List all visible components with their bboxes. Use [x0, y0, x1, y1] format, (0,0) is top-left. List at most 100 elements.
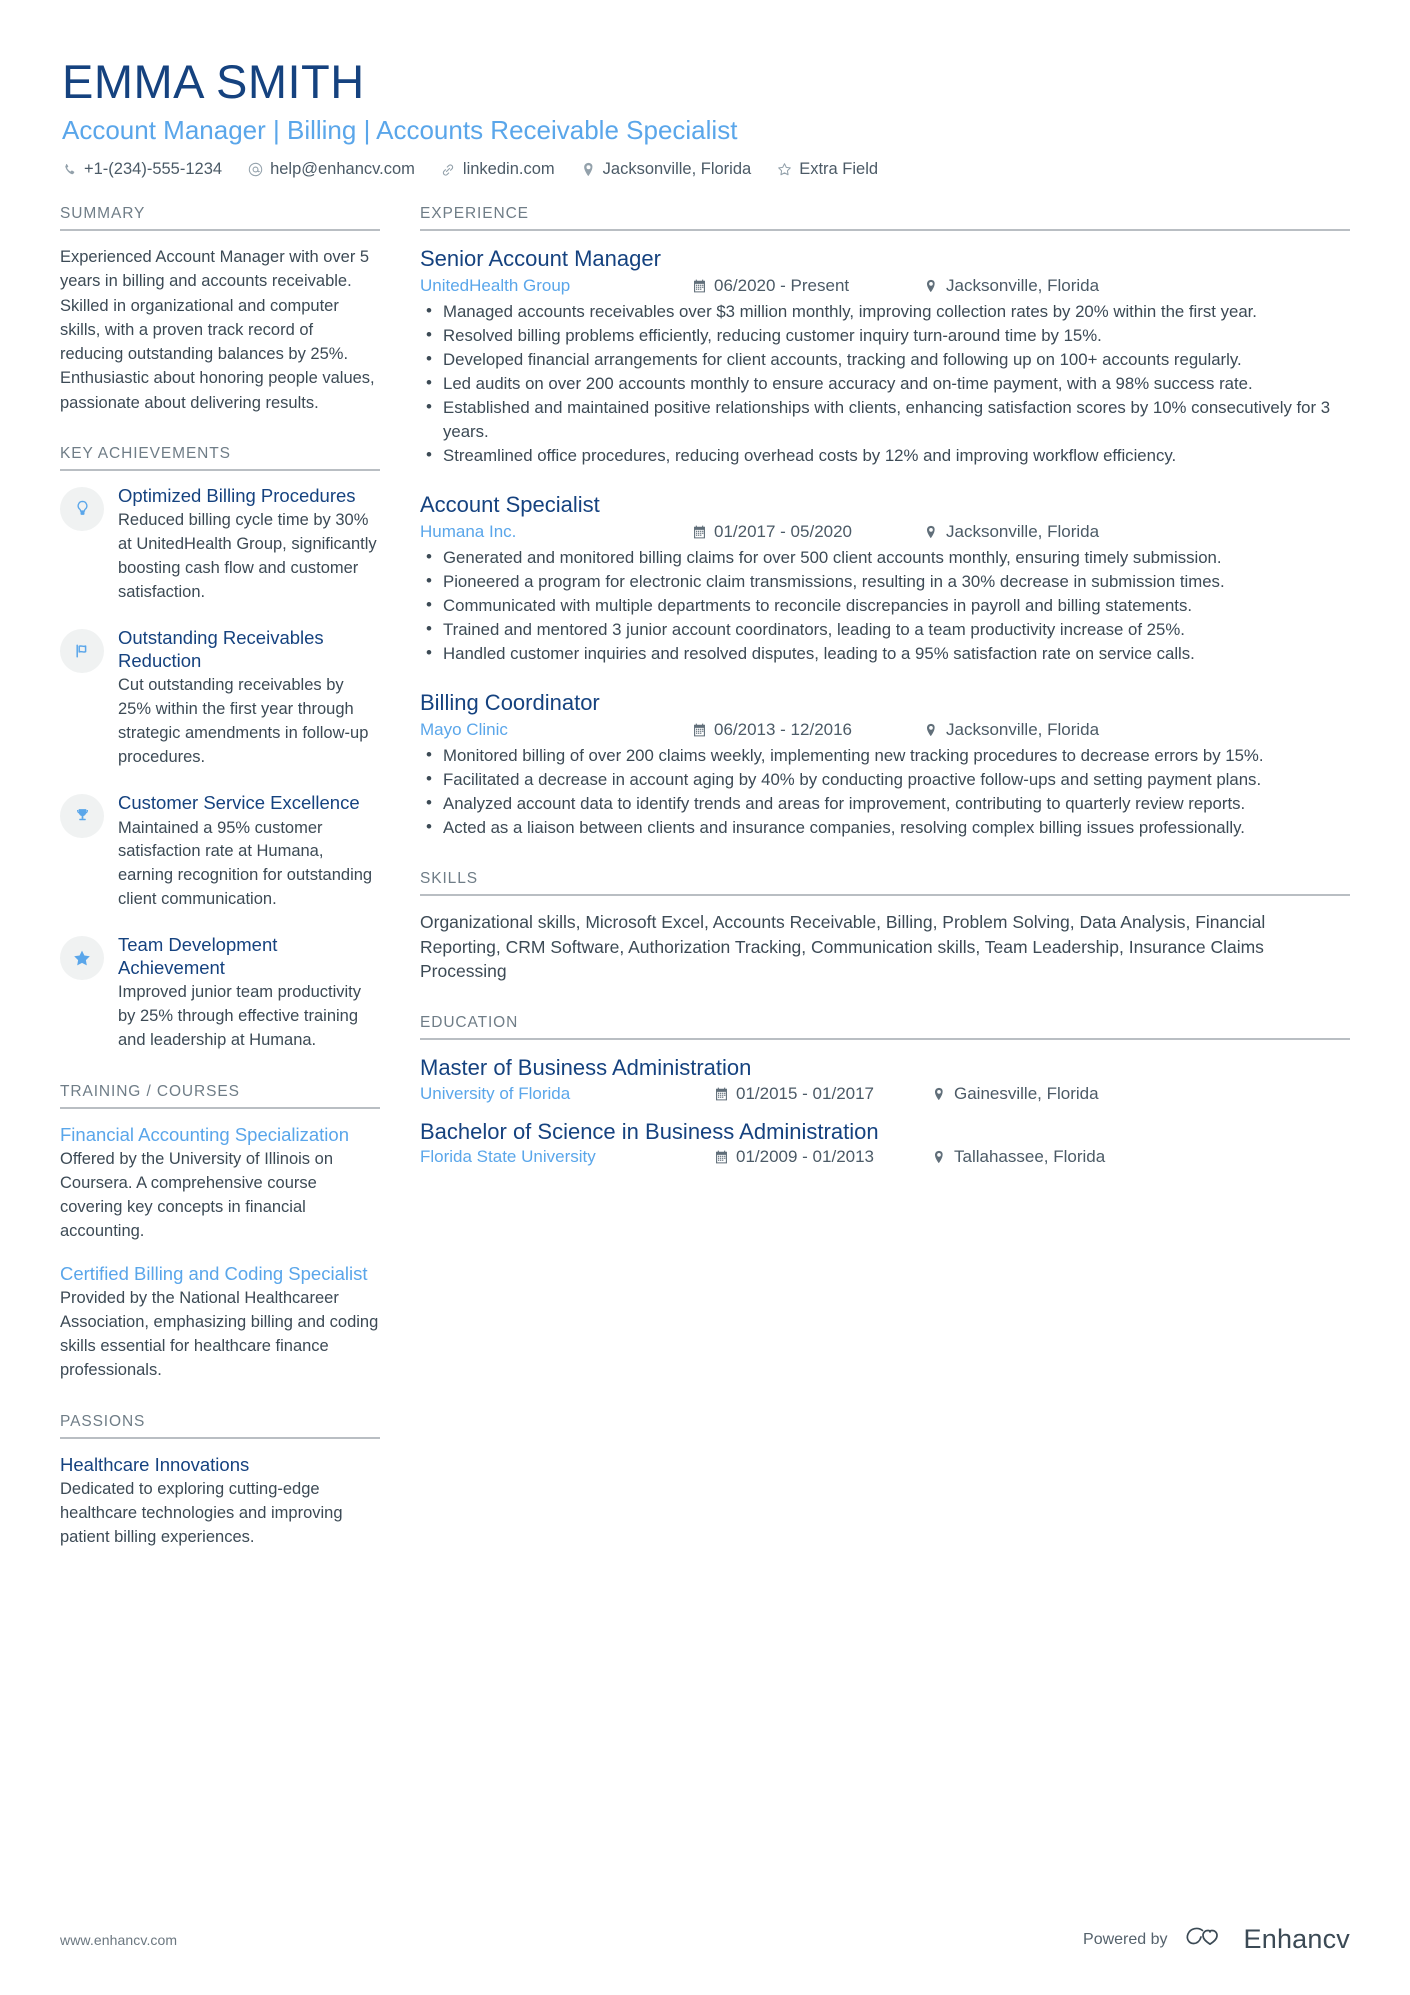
calendar-icon: [692, 278, 706, 293]
section-training-courses: TRAINING / COURSES Financial Accounting …: [60, 1083, 380, 1383]
achievement-item: Optimized Billing Procedures Reduced bil…: [60, 485, 380, 605]
job-bullets: Generated and monitored billing claims f…: [420, 545, 1350, 666]
trophy-icon: [60, 793, 104, 838]
achievement-item: Team Development Achievement Improved ju…: [60, 934, 380, 1053]
section-heading-training-courses: TRAINING / COURSES: [60, 1083, 380, 1110]
calendar-icon: [692, 524, 706, 539]
job-company[interactable]: UnitedHealth Group: [420, 276, 692, 296]
job-location: Jacksonville, Florida: [924, 276, 1099, 296]
education-location-text: Gainesville, Florida: [954, 1083, 1099, 1103]
location-icon: [924, 278, 938, 293]
job-meta: Humana Inc. 01/2017 - 05/2020 Jacksonvil…: [420, 522, 1350, 542]
contact-phone[interactable]: +1-(234)-555-1234: [62, 160, 222, 179]
passion-item: Healthcare Innovations Dedicated to expl…: [60, 1453, 380, 1550]
education-item: Bachelor of Science in Business Administ…: [420, 1118, 1350, 1168]
achievement-title: Optimized Billing Procedures: [118, 484, 356, 506]
sidebar: SUMMARY Experienced Account Manager with…: [60, 205, 380, 1549]
contact-extra[interactable]: Extra Field: [777, 160, 878, 179]
course-title[interactable]: Certified Billing and Coding Specialist: [60, 1262, 380, 1285]
school-name[interactable]: University of Florida: [420, 1084, 714, 1104]
job-date-text: 01/2017 - 05/2020: [714, 521, 853, 541]
calendar-icon: [692, 722, 706, 737]
job-bullet: Developed financial arrangements for cli…: [420, 347, 1350, 371]
course-desc: Provided by the National Healthcareer As…: [60, 1289, 379, 1379]
star-icon: [777, 162, 792, 177]
job-bullets: Monitored billing of over 200 claims wee…: [420, 743, 1350, 840]
job-location: Jacksonville, Florida: [924, 522, 1099, 542]
section-skills: SKILLS Organizational skills, Microsoft …: [420, 870, 1350, 985]
achievement-desc: Improved junior team productivity by 25%…: [118, 983, 362, 1050]
job-date: 06/2013 - 12/2016: [692, 720, 924, 740]
job-title: Billing Coordinator: [420, 690, 600, 716]
section-heading-summary: SUMMARY: [60, 205, 380, 232]
job-bullet: Handled customer inquiries and resolved …: [420, 641, 1350, 665]
summary-text: Experienced Account Manager with over 5 …: [60, 248, 375, 412]
job-date: 01/2017 - 05/2020: [692, 522, 924, 542]
job-bullet: Managed accounts receivables over $3 mil…: [420, 299, 1350, 323]
section-experience: EXPERIENCE Senior Account Manager United…: [420, 205, 1350, 840]
education-date: 01/2015 - 01/2017: [714, 1084, 932, 1104]
location-icon: [932, 1150, 946, 1165]
footer-brand: Powered by Enhancv: [1083, 1922, 1350, 1957]
job-meta: Mayo Clinic 06/2013 - 12/2016 Jacksonvil…: [420, 720, 1350, 740]
contact-row: +1-(234)-555-1234 help@enhancv.com linke…: [62, 160, 1350, 179]
flag-icon: [60, 629, 104, 674]
achievement-title: Team Development Achievement: [118, 934, 278, 978]
achievement-item: Outstanding Receivables Reduction Cut ou…: [60, 627, 380, 770]
page-title: EMMA SMITH: [62, 55, 365, 108]
content-columns: SUMMARY Experienced Account Manager with…: [60, 205, 1350, 1549]
contact-email[interactable]: help@enhancv.com: [248, 160, 415, 179]
degree-title: Master of Business Administration: [420, 1055, 752, 1081]
job-company[interactable]: Mayo Clinic: [420, 720, 692, 740]
job-date-text: 06/2013 - 12/2016: [714, 719, 853, 739]
job-bullet: Led audits on over 200 accounts monthly …: [420, 371, 1350, 395]
section-heading-passions: PASSIONS: [60, 1413, 380, 1439]
job-bullet: Trained and mentored 3 junior account co…: [420, 617, 1350, 641]
main-content: EXPERIENCE Senior Account Manager United…: [420, 205, 1350, 1167]
lightbulb-icon: [60, 486, 104, 531]
location-icon: [581, 162, 596, 177]
job-location: Jacksonville, Florida: [924, 720, 1099, 740]
professional-title: Account Manager | Billing | Accounts Rec…: [62, 114, 738, 145]
course-desc: Offered by the University of Illinois on…: [60, 1150, 333, 1240]
job-bullet: Pioneered a program for electronic claim…: [420, 569, 1350, 593]
calendar-icon: [714, 1150, 728, 1165]
achievement-desc: Cut outstanding receivables by 25% withi…: [118, 676, 369, 767]
location-icon: [924, 722, 938, 737]
contact-phone-text: +1-(234)-555-1234: [84, 160, 223, 179]
job-bullet: Resolved billing problems efficiently, r…: [420, 323, 1350, 347]
job-meta: UnitedHealth Group 06/2020 - Present Jac…: [420, 276, 1350, 296]
contact-link[interactable]: linkedin.com: [441, 160, 555, 179]
resume-page: EMMA SMITH Account Manager | Billing | A…: [0, 0, 1410, 1995]
section-heading-key-achievements: KEY ACHIEVEMENTS: [60, 445, 380, 471]
powered-by-label: Powered by: [1083, 1930, 1168, 1948]
section-summary: SUMMARY Experienced Account Manager with…: [60, 205, 380, 415]
experience-item: Account Specialist Humana Inc. 01/2017 -…: [420, 491, 1350, 665]
passion-desc: Dedicated to exploring cutting-edge heal…: [60, 1479, 343, 1546]
footer-url[interactable]: www.enhancv.com: [60, 1932, 177, 1948]
section-education: EDUCATION Master of Business Administrat…: [420, 1014, 1350, 1167]
star-icon: [60, 936, 104, 981]
link-icon: [441, 162, 456, 177]
job-bullet: Streamlined office procedures, reducing …: [420, 443, 1350, 467]
job-date-text: 06/2020 - Present: [714, 275, 850, 295]
course-item: Financial Accounting Specialization Offe…: [60, 1123, 380, 1244]
phone-icon: [62, 162, 77, 177]
contact-location[interactable]: Jacksonville, Florida: [581, 160, 751, 179]
job-bullet: Facilitated a decrease in account aging …: [420, 767, 1350, 791]
education-meta: Florida State University 01/2009 - 01/20…: [420, 1147, 1350, 1167]
location-icon: [924, 524, 938, 539]
achievement-desc: Maintained a 95% customer satisfaction r…: [118, 818, 373, 909]
job-date: 06/2020 - Present: [692, 276, 924, 296]
contact-extra-text: Extra Field: [799, 160, 879, 179]
course-title[interactable]: Financial Accounting Specialization: [60, 1123, 380, 1146]
job-location-text: Jacksonville, Florida: [946, 719, 1100, 739]
education-location: Tallahassee, Florida: [932, 1147, 1105, 1167]
job-company[interactable]: Humana Inc.: [420, 522, 692, 542]
achievement-title: Outstanding Receivables Reduction: [118, 627, 324, 671]
section-key-achievements: KEY ACHIEVEMENTS Optimized Billing Proce…: [60, 445, 380, 1053]
job-title: Senior Account Manager: [420, 246, 661, 272]
school-name[interactable]: Florida State University: [420, 1147, 714, 1167]
passion-title: Healthcare Innovations: [60, 1453, 250, 1475]
job-bullet: Communicated with multiple departments t…: [420, 593, 1350, 617]
